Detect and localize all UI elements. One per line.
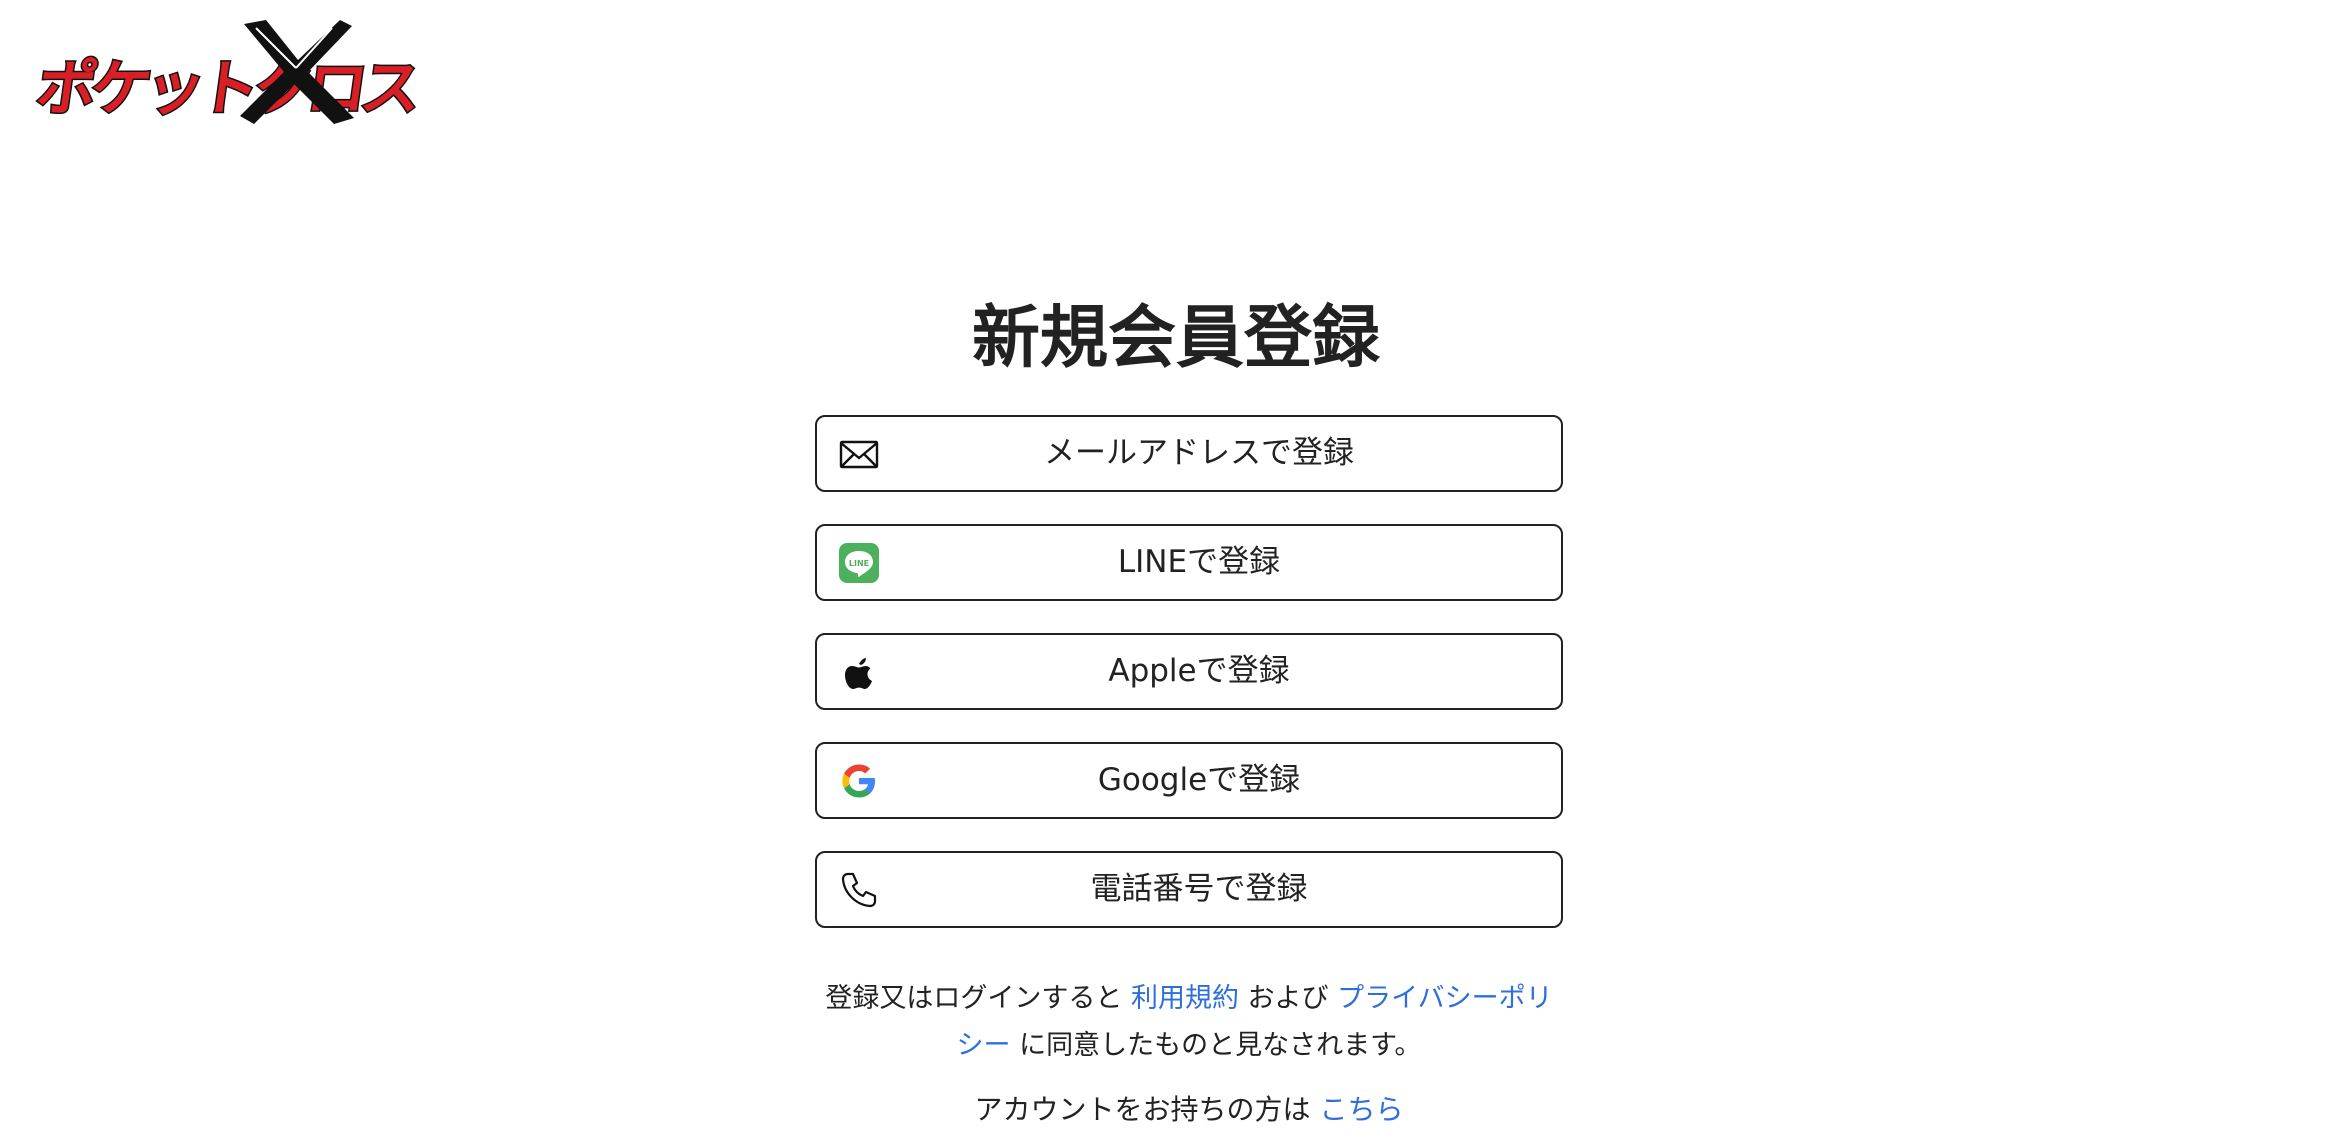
terms-prefix: 登録又はログインすると [825, 983, 1123, 1014]
register-phone-label: 電話番号で登録 [1090, 871, 1308, 907]
register-apple-button[interactable]: Appleで登録 [815, 633, 1563, 710]
register-google-button[interactable]: Googleで登録 [815, 742, 1563, 819]
register-line-label: LINEで登録 [1117, 544, 1281, 580]
register-apple-label: Appleで登録 [1108, 653, 1290, 689]
register-options: メールアドレスで登録 LINE LINEで登録 Appleで登録 Googleで… [815, 415, 1563, 960]
login-prompt-text: アカウントをお持ちの方は [974, 1093, 1311, 1126]
register-line-button[interactable]: LINE LINEで登録 [815, 524, 1563, 601]
register-email-button[interactable]: メールアドレスで登録 [815, 415, 1563, 492]
terms-suffix: に同意したものと見なされます。 [1019, 1030, 1422, 1061]
terms-and: および [1247, 983, 1329, 1014]
login-link[interactable]: こちら [1319, 1093, 1403, 1126]
register-email-label: メールアドレスで登録 [1044, 435, 1354, 471]
register-phone-button[interactable]: 電話番号で登録 [815, 851, 1563, 928]
logo[interactable]: ポケットクロス [31, 20, 422, 126]
logo-text: ポケットクロス [31, 53, 422, 126]
page-title: 新規会員登録 [971, 299, 1380, 378]
terms-notice: 登録又はログインすると 利用規約 および プライバシーポリシー に同意したものと… [815, 975, 1563, 1069]
terms-of-service-link[interactable]: 利用規約 [1131, 983, 1239, 1014]
register-google-label: Googleで登録 [1097, 762, 1301, 798]
login-prompt: アカウントをお持ちの方は こちら [815, 1090, 1563, 1130]
logo-x-mark [240, 20, 354, 124]
